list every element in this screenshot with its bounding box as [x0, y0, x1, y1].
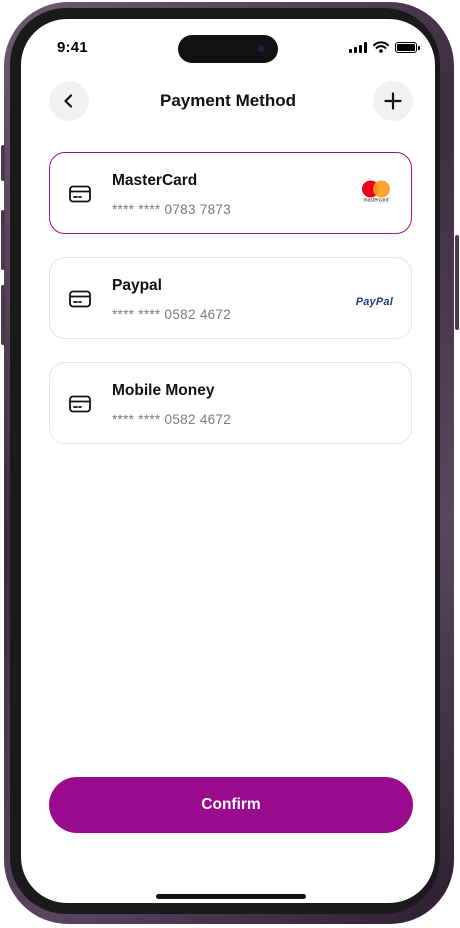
battery-icon	[395, 42, 420, 53]
status-time: 9:41	[57, 39, 88, 56]
power-button	[455, 235, 459, 330]
paypal-logo-text: PayPal	[355, 296, 393, 308]
volume-up-button	[1, 210, 5, 270]
payment-card-mobile-money[interactable]: Mobile Money **** **** 0582 4672	[49, 362, 412, 444]
camera-icon	[255, 42, 268, 55]
status-icons	[349, 41, 420, 53]
mastercard-logo-text: mastercard	[363, 198, 388, 203]
screen: 9:41 Payment Method MasterCard **** ****…	[21, 19, 435, 903]
payment-card-mastercard[interactable]: MasterCard **** **** 0783 7873 mastercar…	[49, 152, 412, 234]
credit-card-icon	[69, 290, 91, 308]
home-indicator[interactable]	[156, 894, 306, 899]
plus-icon	[384, 92, 402, 110]
credit-card-icon	[69, 395, 91, 413]
volume-down-button	[1, 285, 5, 345]
add-payment-button[interactable]	[373, 81, 413, 121]
wifi-icon	[373, 41, 389, 53]
payment-card-number: **** **** 0582 4672	[112, 307, 232, 322]
payment-card-paypal[interactable]: Paypal **** **** 0582 4672 PayPal	[49, 257, 412, 339]
dynamic-island	[178, 35, 278, 63]
paypal-logo: PayPal	[356, 292, 393, 310]
payment-card-name: Mobile Money	[112, 382, 215, 399]
confirm-button[interactable]: Confirm	[49, 777, 413, 833]
cellular-signal-icon	[349, 42, 367, 53]
payment-card-number: **** **** 0783 7873	[112, 202, 232, 217]
credit-card-icon	[69, 185, 91, 203]
action-button	[1, 145, 5, 181]
payment-card-name: MasterCard	[112, 172, 198, 189]
payment-card-name: Paypal	[112, 277, 162, 294]
payment-card-number: **** **** 0582 4672	[112, 412, 232, 427]
mastercard-logo: mastercard	[359, 180, 393, 207]
